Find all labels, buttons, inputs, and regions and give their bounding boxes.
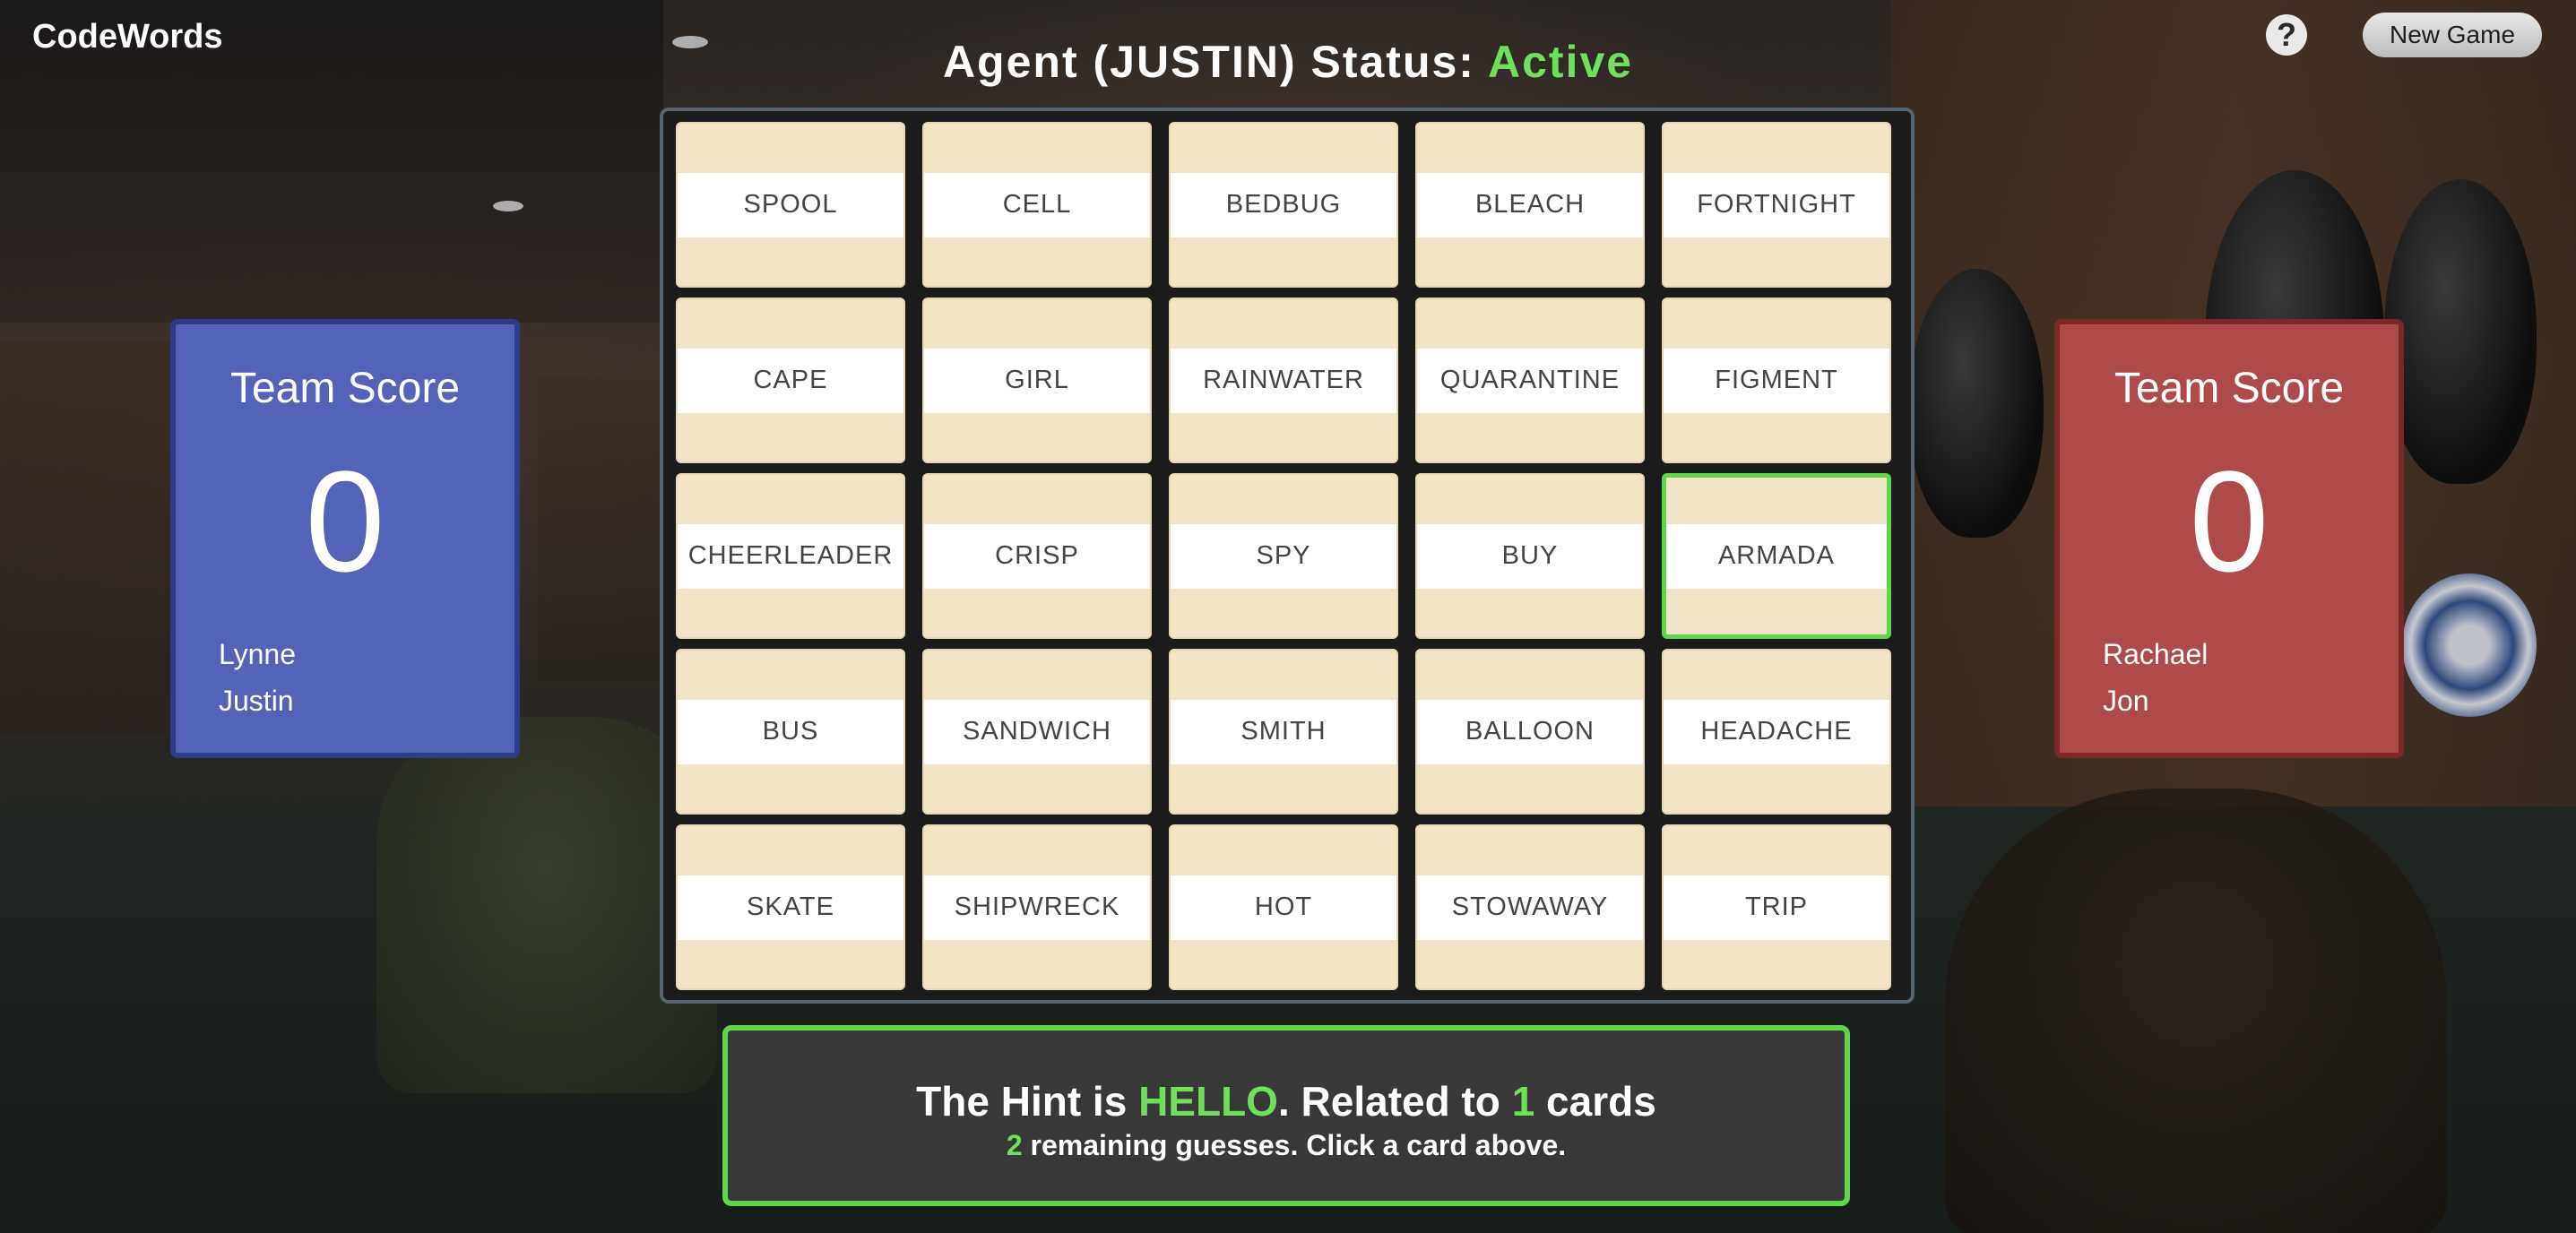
remaining-guesses: 2 remaining guesses. Click a card above. (728, 1129, 1845, 1162)
hint-panel: The Hint is HELLO. Related to 1 cards 2 … (722, 1025, 1850, 1206)
hint-prefix: The Hint is (916, 1078, 1139, 1125)
red-team-panel: Team Score 0 Rachael Jon (2054, 319, 2404, 758)
card-word: FIGMENT (1664, 348, 1889, 413)
background-mask (1909, 269, 2044, 538)
card-girl[interactable]: GIRL (922, 297, 1152, 463)
card-buy[interactable]: BUY (1415, 473, 1645, 639)
card-word: CHEERLEADER (678, 523, 903, 589)
card-word: SPY (1171, 523, 1396, 589)
background-mask (2384, 179, 2537, 484)
card-word: STOWAWAY (1417, 875, 1643, 940)
card-word: CRISP (924, 523, 1150, 589)
card-spool[interactable]: SPOOL (676, 122, 905, 288)
agent-status: Agent (JUSTIN) Status: Active (0, 36, 2576, 88)
card-word: BUS (678, 699, 903, 764)
card-bus[interactable]: BUS (676, 649, 905, 815)
new-game-button[interactable]: New Game (2363, 13, 2542, 57)
card-rainwater[interactable]: RAINWATER (1169, 297, 1398, 463)
card-hot[interactable]: HOT (1169, 824, 1398, 990)
team-score-value: 0 (305, 441, 385, 601)
blue-team-panel: Team Score 0 Lynne Justin (170, 319, 520, 758)
card-word: BLEACH (1417, 172, 1643, 237)
team-member: Justin (219, 685, 294, 717)
team-members: Rachael Jon (2103, 631, 2208, 724)
card-bedbug[interactable]: BEDBUG (1169, 122, 1398, 288)
card-balloon[interactable]: BALLOON (1415, 649, 1645, 815)
card-word: CELL (924, 172, 1150, 237)
card-word: GIRL (924, 348, 1150, 413)
card-figment[interactable]: FIGMENT (1662, 297, 1891, 463)
game-board: SPOOL CELL BEDBUG BLEACH FORTNIGHT CAPE GIRL RA… (660, 108, 1915, 1004)
background-plate (2402, 573, 2537, 717)
card-word: CAPE (678, 348, 903, 413)
hint-word: HELLO (1138, 1078, 1278, 1125)
background-ceiling-light (493, 201, 523, 211)
background-bookshelf-small (538, 376, 672, 681)
card-headache[interactable]: HEADACHE (1662, 649, 1891, 815)
card-armada[interactable]: ARMADA (1662, 473, 1891, 639)
team-score-value: 0 (2189, 441, 2269, 601)
card-word: ARMADA (1666, 523, 1887, 589)
card-smith[interactable]: SMITH (1169, 649, 1398, 815)
card-cape[interactable]: CAPE (676, 297, 905, 463)
guesses-count: 2 (1006, 1129, 1023, 1161)
agent-status-value: Active (1487, 37, 1634, 87)
hint-count: 1 (1511, 1078, 1535, 1125)
team-member: Jon (2103, 685, 2149, 717)
card-cheerleader[interactable]: CHEERLEADER (676, 473, 905, 639)
card-fortnight[interactable]: FORTNIGHT (1662, 122, 1891, 288)
card-skate[interactable]: SKATE (676, 824, 905, 990)
card-word: SKATE (678, 875, 903, 940)
card-word: QUARANTINE (1417, 348, 1643, 413)
team-member: Lynne (219, 638, 296, 670)
card-word: BALLOON (1417, 699, 1643, 764)
card-quarantine[interactable]: QUARANTINE (1415, 297, 1645, 463)
team-members: Lynne Justin (219, 631, 296, 724)
card-word: SMITH (1171, 699, 1396, 764)
card-word: SPOOL (678, 172, 903, 237)
guesses-text: remaining guesses. Click a card above. (1022, 1129, 1567, 1161)
card-word: RAINWATER (1171, 348, 1396, 413)
team-member: Rachael (2103, 638, 2209, 670)
card-word: HEADACHE (1664, 699, 1889, 764)
card-spy[interactable]: SPY (1169, 473, 1398, 639)
card-word: FORTNIGHT (1664, 172, 1889, 237)
help-icon[interactable]: ? (2266, 14, 2307, 56)
hint-middle: . Related to (1277, 1078, 1512, 1125)
card-cell[interactable]: CELL (922, 122, 1152, 288)
card-word: SHIPWRECK (924, 875, 1150, 940)
card-shipwreck[interactable]: SHIPWRECK (922, 824, 1152, 990)
card-word: BUY (1417, 523, 1643, 589)
card-word: SANDWICH (924, 699, 1150, 764)
background-chair-right (1945, 789, 2447, 1233)
hint-suffix: cards (1534, 1078, 1656, 1125)
agent-status-label: Agent (JUSTIN) Status: (942, 37, 1488, 87)
card-trip[interactable]: TRIP (1662, 824, 1891, 990)
card-stowaway[interactable]: STOWAWAY (1415, 824, 1645, 990)
card-word: BEDBUG (1171, 172, 1396, 237)
team-score-title: Team Score (2114, 365, 2345, 412)
team-score-title: Team Score (229, 365, 461, 412)
card-sandwich[interactable]: SANDWICH (922, 649, 1152, 815)
card-word: HOT (1171, 875, 1396, 940)
card-crisp[interactable]: CRISP (922, 473, 1152, 639)
card-bleach[interactable]: BLEACH (1415, 122, 1645, 288)
hint-text: The Hint is HELLO. Related to 1 cards (728, 1077, 1845, 1125)
card-word: TRIP (1664, 875, 1889, 940)
